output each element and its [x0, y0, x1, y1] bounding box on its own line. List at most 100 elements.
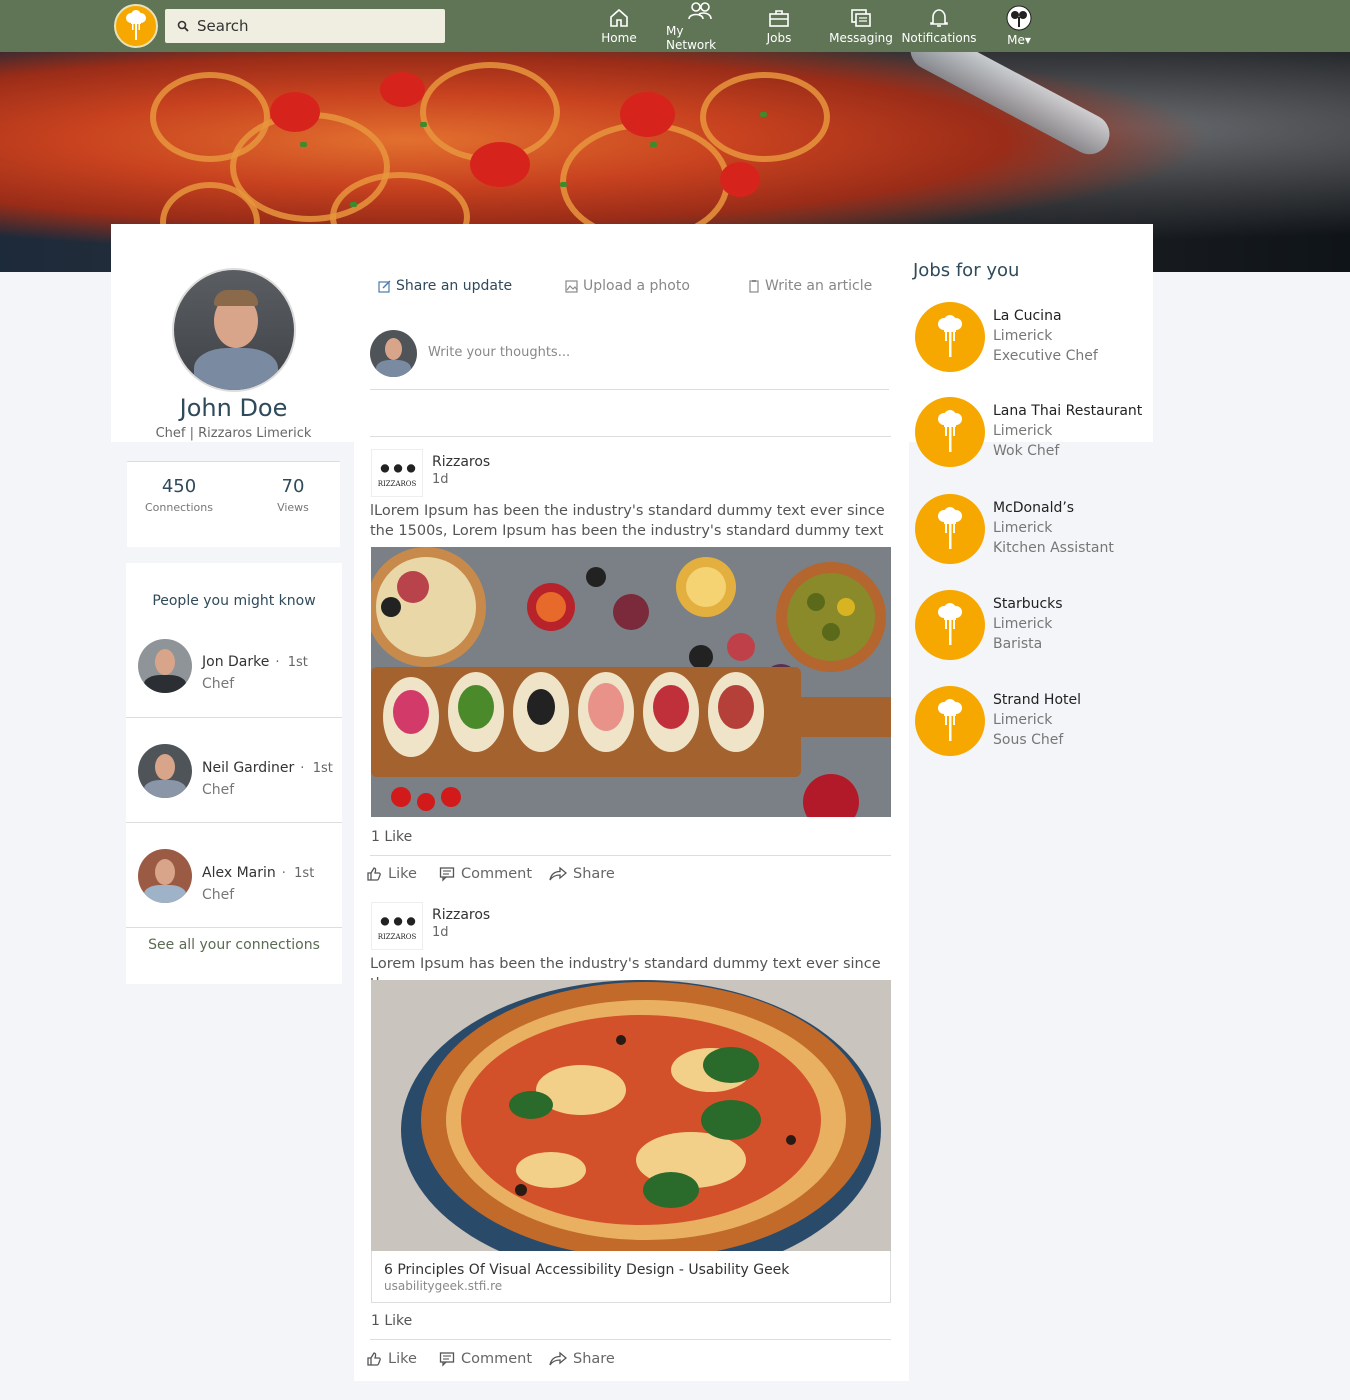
- share-label: Share: [573, 1351, 615, 1367]
- comment-button[interactable]: Comment: [439, 1351, 532, 1367]
- people-you-might-know: People you might know Jon Darke · 1st Che…: [126, 563, 342, 984]
- search-input[interactable]: Search: [165, 9, 445, 43]
- job-item[interactable]: McDonald’s Limerick Kitchen Assistant: [915, 494, 1155, 566]
- share-button[interactable]: Share: [549, 866, 615, 882]
- divider: [370, 436, 891, 437]
- share-arrow-icon: [549, 1351, 567, 1366]
- like-label: Like: [388, 866, 417, 882]
- share-arrow-icon: [549, 866, 567, 881]
- profile-name: John Doe: [179, 394, 288, 422]
- profile-stats: 450 Connections 70 Views: [127, 461, 340, 547]
- list-item[interactable]: Neil Gardiner · 1st Chef: [126, 718, 342, 823]
- job-item[interactable]: La Cucina Limerick Executive Chef: [915, 302, 1155, 374]
- nav-messaging[interactable]: Messaging: [828, 0, 894, 52]
- connections-label: Connections: [145, 501, 213, 514]
- post-time: 1d: [432, 925, 449, 940]
- divider: [370, 855, 891, 856]
- post-author-logo[interactable]: ⚫⚫⚫ RIZZAROS: [371, 449, 423, 497]
- comment-button[interactable]: Comment: [439, 866, 532, 882]
- like-count[interactable]: 1 Like: [371, 829, 412, 845]
- author-logo-text: RIZZAROS: [377, 479, 417, 488]
- share-update-button[interactable]: Share an update: [378, 278, 512, 294]
- post-author-name[interactable]: Rizzaros: [432, 454, 490, 470]
- job-company: Lana Thai Restaurant: [993, 403, 1143, 419]
- job-location: Limerick: [993, 712, 1053, 728]
- views-stat[interactable]: 70 Views: [265, 476, 321, 514]
- nav-my-network[interactable]: My Network: [666, 0, 734, 52]
- job-location: Limerick: [993, 328, 1053, 344]
- job-location: Limerick: [993, 423, 1053, 439]
- post-time: 1d: [432, 472, 449, 487]
- nav-messaging-label: Messaging: [829, 31, 893, 45]
- post-author-logo[interactable]: ⚫⚫⚫ RIZZAROS: [371, 902, 423, 950]
- list-item[interactable]: Alex Marin · 1st Chef: [126, 823, 342, 928]
- nav-me-label: Me▾: [1007, 33, 1031, 47]
- post-image[interactable]: [371, 547, 891, 817]
- nav-jobs[interactable]: Jobs: [762, 0, 796, 52]
- profile-avatar[interactable]: [172, 268, 296, 392]
- chef-logo-icon: [915, 494, 985, 564]
- job-role: Barista: [993, 636, 1043, 652]
- list-item[interactable]: Jon Darke · 1st Chef: [126, 613, 342, 718]
- avatar: [138, 849, 192, 903]
- people-title: People you might know: [152, 593, 316, 609]
- document-icon: [749, 279, 759, 293]
- nav-home[interactable]: Home: [599, 0, 639, 52]
- divider: [370, 389, 889, 390]
- thumbs-up-icon: [367, 1352, 381, 1366]
- avatar: [370, 330, 417, 377]
- job-company: La Cucina: [993, 308, 1062, 324]
- person-role: Chef: [202, 782, 235, 798]
- person-role: Chef: [202, 887, 235, 903]
- share-update-label: Share an update: [396, 278, 513, 294]
- comment-icon: [439, 1352, 455, 1367]
- link-preview-card[interactable]: 6 Principles Of Visual Accessibility Des…: [371, 1251, 891, 1303]
- chef-logo-icon: [915, 302, 985, 372]
- write-article-button[interactable]: Write an article: [748, 278, 872, 294]
- avatar: [1006, 5, 1032, 31]
- comment-icon: [439, 867, 455, 882]
- link-title[interactable]: 6 Principles Of Visual Accessibility Des…: [384, 1262, 789, 1278]
- write-article-label: Write an article: [765, 278, 873, 294]
- views-count: 70: [281, 476, 305, 497]
- avatar: [138, 744, 192, 798]
- author-logo-text: RIZZAROS: [377, 932, 417, 941]
- job-location: Limerick: [993, 520, 1053, 536]
- job-role: Executive Chef: [993, 348, 1098, 364]
- chef-logo-icon: [915, 397, 985, 467]
- job-item[interactable]: Strand Hotel Limerick Sous Chef: [915, 686, 1155, 758]
- nav-notifications[interactable]: Notifications: [901, 0, 977, 52]
- job-company: Starbucks: [993, 596, 1063, 612]
- network-icon: [688, 2, 712, 20]
- chef-logo-icon: [915, 686, 985, 756]
- job-location: Limerick: [993, 616, 1053, 632]
- job-company: McDonald’s: [993, 500, 1075, 516]
- connection-degree: 1st: [287, 655, 308, 670]
- connections-count: 450: [161, 476, 197, 497]
- job-role: Wok Chef: [993, 443, 1060, 459]
- post-author-name[interactable]: Rizzaros: [432, 907, 490, 923]
- compose-post-input[interactable]: Write your thoughts...: [428, 345, 570, 360]
- chef-logo-icon: [915, 590, 985, 660]
- post-image[interactable]: [371, 980, 891, 1251]
- job-item[interactable]: Starbucks Limerick Barista: [915, 590, 1155, 662]
- share-button[interactable]: Share: [549, 1351, 615, 1367]
- see-all-connections-link[interactable]: See all your connections: [126, 937, 342, 953]
- views-label: Views: [277, 501, 309, 514]
- image-icon: [565, 279, 578, 293]
- nav-home-label: Home: [601, 31, 637, 45]
- nav-my-network-label: My Network: [666, 24, 717, 52]
- like-count[interactable]: 1 Like: [371, 1313, 412, 1329]
- comment-label: Comment: [461, 866, 533, 882]
- job-item[interactable]: Lana Thai Restaurant Limerick Wok Chef: [915, 397, 1155, 469]
- chef-logo-icon[interactable]: [114, 4, 158, 48]
- post-text: lLorem Ipsum has been the industry's sta…: [370, 503, 885, 539]
- upload-photo-button[interactable]: Upload a photo: [565, 278, 690, 294]
- profile-subtitle: Chef | Rizzaros Limerick: [155, 426, 312, 441]
- home-icon: [610, 8, 628, 27]
- connections-stat[interactable]: 450 Connections: [137, 476, 221, 514]
- like-button[interactable]: Like: [366, 1351, 417, 1367]
- nav-me[interactable]: Me▾: [1000, 0, 1038, 52]
- upload-photo-label: Upload a photo: [583, 278, 690, 294]
- like-button[interactable]: Like: [366, 866, 417, 882]
